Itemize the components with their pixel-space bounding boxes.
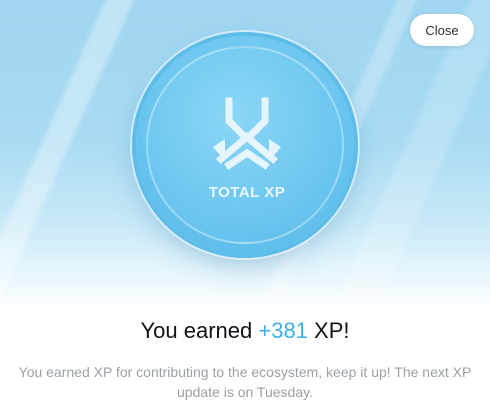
light-streak <box>338 0 490 312</box>
light-streak <box>0 0 151 312</box>
close-button[interactable]: Close <box>410 14 474 46</box>
hero-banner: TOTAL XP Close <box>0 0 490 312</box>
coin-face: TOTAL XP <box>146 46 344 244</box>
earned-suffix: XP! <box>314 318 350 343</box>
total-xp-coin: TOTAL XP <box>136 36 354 254</box>
coin-label: TOTAL XP <box>208 184 286 201</box>
earned-prefix: You earned <box>140 318 253 343</box>
xp-amount: +381 <box>258 318 308 343</box>
xp-earned-modal: TOTAL XP Close You earned +381 XP! You e… <box>0 0 490 419</box>
earned-title: You earned +381 XP! <box>0 318 490 344</box>
total-xp-logo-icon <box>213 97 281 170</box>
earned-description: You earned XP for contributing to the ec… <box>18 364 472 400</box>
